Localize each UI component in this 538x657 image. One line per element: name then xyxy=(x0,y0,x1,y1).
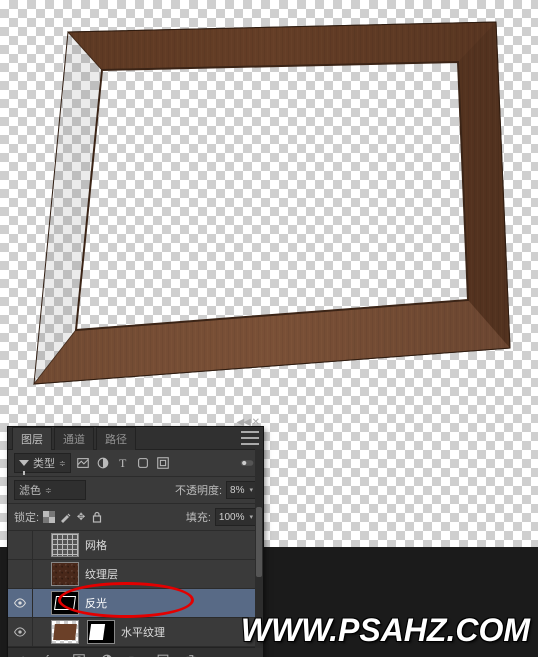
layer-row-texture[interactable]: 纹理层 xyxy=(8,560,263,589)
watermark-text: WWW.PSAHZ.COM xyxy=(241,612,530,649)
layers-panel-footer: fx▾ xyxy=(8,647,263,657)
filter-kind-dropdown[interactable]: 类型 ≑ xyxy=(14,453,71,473)
opacity-value: 8% xyxy=(230,485,244,496)
lock-fill-row: 锁定: ✥ 填充: 100% ▾ xyxy=(8,504,263,531)
blend-mode-value: 滤色 xyxy=(19,482,41,498)
new-adjustment-icon[interactable] xyxy=(98,652,116,657)
layer-row-reflection[interactable]: 反光 xyxy=(8,589,263,618)
link-layers-icon[interactable] xyxy=(14,652,32,657)
visibility-toggle[interactable] xyxy=(8,589,33,617)
lock-paint-icon[interactable] xyxy=(59,511,71,523)
layer-row-horizontal-texture[interactable]: 水平纹理 xyxy=(8,618,263,647)
visibility-toggle[interactable] xyxy=(8,560,33,588)
delete-layer-icon[interactable] xyxy=(182,652,200,657)
visibility-toggle[interactable] xyxy=(8,531,33,559)
add-mask-icon[interactable] xyxy=(70,652,88,657)
layer-row-mesh[interactable]: 网格 xyxy=(8,531,263,560)
panel-collapse-icon[interactable]: ◀◀ ✕ xyxy=(236,417,259,428)
lock-transparency-icon[interactable] xyxy=(43,511,55,523)
fill-input[interactable]: 100% ▾ xyxy=(215,508,257,526)
new-group-icon[interactable] xyxy=(126,652,144,657)
tab-layers[interactable]: 图层 xyxy=(12,427,52,450)
layer-thumbnail[interactable] xyxy=(51,562,79,586)
blend-mode-dropdown[interactable]: 滤色 ≑ xyxy=(14,480,86,500)
hamburger-menu-icon[interactable] xyxy=(241,429,259,447)
layer-filter-row: 类型 ≑ T xyxy=(8,450,263,477)
layer-thumbnail[interactable] xyxy=(51,533,79,557)
layer-thumbnail[interactable] xyxy=(51,591,79,615)
lock-all-icon[interactable] xyxy=(91,511,103,523)
filter-smart-icon[interactable] xyxy=(155,455,171,471)
filter-pixel-icon[interactable] xyxy=(75,455,91,471)
lock-position-icon[interactable]: ✥ xyxy=(75,511,87,523)
filter-adjustment-icon[interactable] xyxy=(95,455,111,471)
fill-label: 填充: xyxy=(186,509,211,525)
new-layer-icon[interactable] xyxy=(154,652,172,657)
fx-icon[interactable]: fx▾ xyxy=(42,652,60,657)
tab-channels[interactable]: 通道 xyxy=(54,427,94,450)
panel-tabs: 图层 通道 路径 xyxy=(8,427,263,450)
tab-paths[interactable]: 路径 xyxy=(96,427,136,450)
blend-opacity-row: 滤色 ≑ 不透明度: 8% ▾ xyxy=(8,477,263,504)
filter-toggle-switch[interactable] xyxy=(237,455,257,471)
layer-name[interactable]: 网格 xyxy=(85,537,107,553)
visibility-toggle[interactable] xyxy=(8,618,33,646)
layer-name[interactable]: 反光 xyxy=(85,595,107,611)
layer-thumbnail[interactable] xyxy=(51,620,79,644)
layer-name[interactable]: 纹理层 xyxy=(85,566,118,582)
opacity-input[interactable]: 8% ▾ xyxy=(226,481,257,499)
funnel-icon xyxy=(19,460,29,466)
filter-type-icon[interactable]: T xyxy=(115,455,131,471)
filter-shape-icon[interactable] xyxy=(135,455,151,471)
scrollbar-thumb[interactable] xyxy=(256,507,262,577)
fill-value: 100% xyxy=(219,512,245,523)
opacity-label: 不透明度: xyxy=(175,482,222,498)
layers-panel: ◀◀ ✕ 图层 通道 路径 类型 ≑ T xyxy=(8,427,263,657)
lock-label: 锁定: xyxy=(14,509,39,525)
layer-name[interactable]: 水平纹理 xyxy=(121,624,165,640)
filter-kind-label: 类型 xyxy=(33,455,55,471)
layer-mask-thumbnail[interactable] xyxy=(87,620,115,644)
